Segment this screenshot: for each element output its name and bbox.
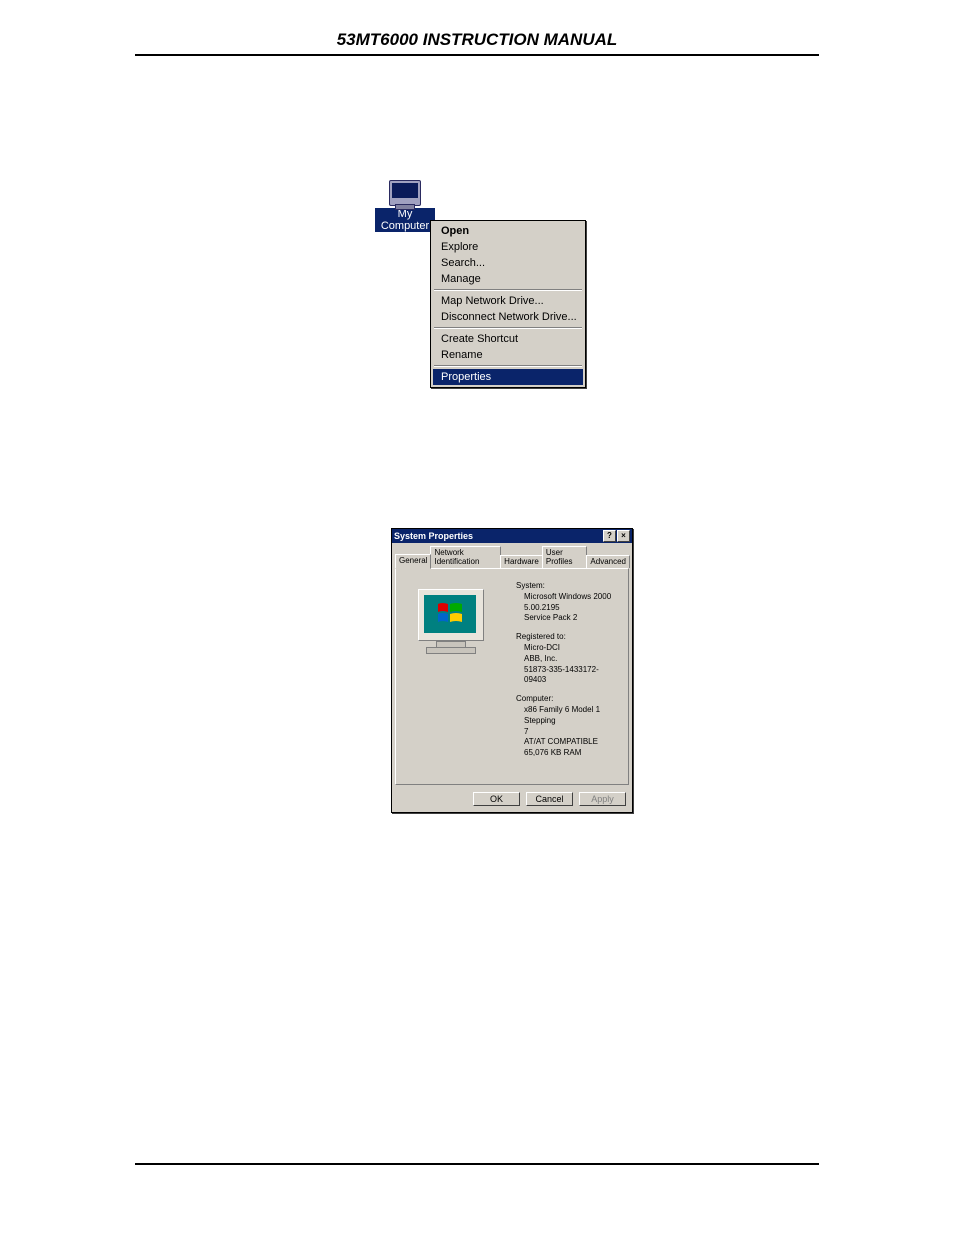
registered-line: ABB, Inc.: [516, 654, 620, 665]
computer-line: x86 Family 6 Model 1 Stepping: [516, 705, 620, 727]
tab-panel-general: System: Microsoft Windows 2000 5.00.2195…: [395, 568, 629, 785]
dialog-titlebar: System Properties ? ×: [392, 529, 632, 543]
computer-line: AT/AT COMPATIBLE: [516, 737, 620, 748]
tab-hardware[interactable]: Hardware: [500, 555, 543, 568]
desktop-icon-label: My Computer: [375, 208, 435, 232]
registered-header: Registered to:: [516, 632, 620, 643]
cancel-button[interactable]: Cancel: [526, 792, 573, 806]
tab-user-profiles[interactable]: User Profiles: [542, 546, 588, 568]
menu-item-open[interactable]: Open: [433, 223, 583, 239]
menu-item-search[interactable]: Search...: [433, 255, 583, 271]
tab-advanced[interactable]: Advanced: [586, 555, 630, 568]
menu-item-rename[interactable]: Rename: [433, 347, 583, 363]
monitor-icon: [389, 180, 421, 206]
menu-separator: [434, 327, 582, 329]
apply-button[interactable]: Apply: [579, 792, 626, 806]
dialog-title: System Properties: [394, 531, 473, 541]
document-page: 53MT6000 INSTRUCTION MANUAL My Computer …: [0, 0, 954, 1235]
system-line: 5.00.2195: [516, 603, 620, 614]
tab-network-identification[interactable]: Network Identification: [430, 546, 501, 568]
system-group: System: Microsoft Windows 2000 5.00.2195…: [516, 581, 620, 624]
context-menu: Open Explore Search... Manage Map Networ…: [430, 220, 586, 388]
system-properties-dialog: System Properties ? × General Network Id…: [391, 528, 633, 813]
my-computer-icon[interactable]: My Computer: [375, 180, 435, 232]
windows-flag-icon: [436, 602, 464, 626]
computer-header: Computer:: [516, 694, 620, 705]
system-header: System:: [516, 581, 620, 592]
tab-general[interactable]: General: [395, 554, 431, 569]
system-info: System: Microsoft Windows 2000 5.00.2195…: [516, 581, 620, 759]
close-button[interactable]: ×: [617, 530, 630, 542]
system-line: Microsoft Windows 2000: [516, 592, 620, 603]
context-menu-figure: My Computer Open Explore Search... Manag…: [375, 180, 435, 232]
menu-separator: [434, 365, 582, 367]
help-button[interactable]: ?: [603, 530, 616, 542]
menu-item-manage[interactable]: Manage: [433, 271, 583, 287]
system-monitor-graphic: [410, 589, 490, 659]
ok-button[interactable]: OK: [473, 792, 520, 806]
menu-separator: [434, 289, 582, 291]
registered-line: Micro-DCI: [516, 643, 620, 654]
menu-item-explore[interactable]: Explore: [433, 239, 583, 255]
dialog-tabs: General Network Identification Hardware …: [392, 543, 632, 568]
bottom-rule: [135, 1163, 819, 1165]
menu-item-disconnect-drive[interactable]: Disconnect Network Drive...: [433, 309, 583, 325]
menu-item-create-shortcut[interactable]: Create Shortcut: [433, 331, 583, 347]
computer-group: Computer: x86 Family 6 Model 1 Stepping …: [516, 694, 620, 759]
menu-item-properties[interactable]: Properties: [433, 369, 583, 385]
computer-line: 65,076 KB RAM: [516, 748, 620, 759]
top-rule: [135, 54, 819, 56]
computer-line: 7: [516, 727, 620, 738]
system-line: Service Pack 2: [516, 613, 620, 624]
dialog-button-row: OK Cancel Apply: [392, 788, 632, 812]
menu-item-map-drive[interactable]: Map Network Drive...: [433, 293, 583, 309]
registered-line: 51873-335-1433172-09403: [516, 665, 620, 687]
page-title: 53MT6000 INSTRUCTION MANUAL: [135, 30, 819, 50]
registered-group: Registered to: Micro-DCI ABB, Inc. 51873…: [516, 632, 620, 686]
